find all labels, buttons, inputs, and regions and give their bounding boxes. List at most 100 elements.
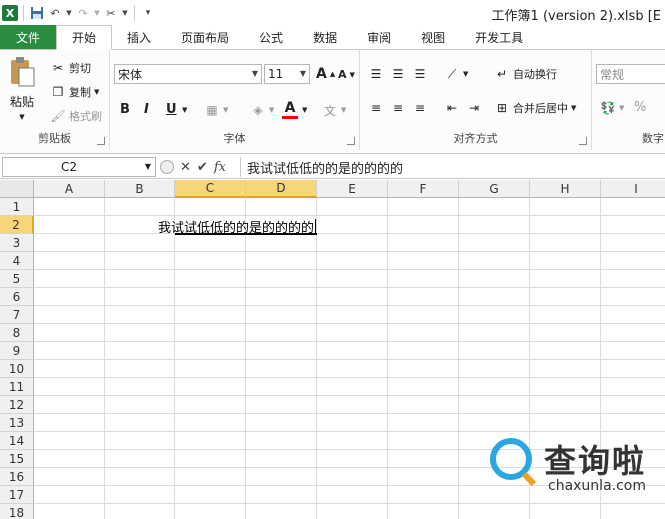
font-size-dropdown-icon[interactable]: ▼ xyxy=(300,69,306,78)
align-right-button[interactable]: ≡ xyxy=(412,100,428,116)
font-size-combo[interactable]: 11 ▼ xyxy=(264,64,310,84)
row-header-5[interactable]: 5 xyxy=(0,270,34,288)
row-header-13[interactable]: 13 xyxy=(0,414,34,432)
column-header-g[interactable]: G xyxy=(459,180,530,198)
excel-app-icon[interactable]: X xyxy=(2,5,18,21)
font-launcher-icon[interactable] xyxy=(347,137,355,145)
tab-view[interactable]: 视图 xyxy=(406,26,460,49)
tab-file[interactable]: 文件 xyxy=(0,25,56,49)
font-name-combo[interactable]: 宋体 ▼ xyxy=(114,64,262,84)
column-header-d[interactable]: D xyxy=(246,180,317,198)
tab-formulas[interactable]: 公式 xyxy=(244,26,298,49)
row-header-4[interactable]: 4 xyxy=(0,252,34,270)
phonetic-icon: 文 xyxy=(323,103,336,118)
increase-indent-button[interactable]: ⇥ xyxy=(466,100,482,116)
shrink-font-button[interactable]: A ▼ xyxy=(338,68,355,81)
tab-data[interactable]: 数据 xyxy=(298,26,352,49)
font-color-dropdown-icon[interactable]: ▼ xyxy=(302,106,307,114)
tools-dropdown-icon[interactable]: ▼ xyxy=(121,5,129,21)
format-painter-button[interactable]: 🖌 格式刷 xyxy=(50,108,102,124)
column-header-f[interactable]: F xyxy=(388,180,459,198)
align-middle-button[interactable]: ☰ xyxy=(390,66,406,82)
merge-center-button[interactable]: ⊞ 合并后居中 ▼ xyxy=(494,100,576,116)
column-header-i[interactable]: I xyxy=(601,180,665,198)
font-group: 宋体 ▼ 11 ▼ A ▲ A ▼ B I U ▼ ▦ ▼ ◈ ▼ A ▼ 文 ▼ 字体 xyxy=(110,50,360,150)
alignment-launcher-icon[interactable] xyxy=(579,137,587,145)
align-bottom-button[interactable]: ☰ xyxy=(412,66,428,82)
column-header-b[interactable]: B xyxy=(105,180,175,198)
tab-home[interactable]: 开始 xyxy=(56,25,113,50)
customize-qat-icon[interactable]: ▾ xyxy=(140,5,156,21)
italic-button[interactable]: I xyxy=(144,102,149,117)
column-header-h[interactable]: H xyxy=(530,180,601,198)
bold-button[interactable]: B xyxy=(120,102,130,117)
row-header-7[interactable]: 7 xyxy=(0,306,34,324)
align-center-button[interactable]: ≡ xyxy=(390,100,406,116)
tab-developer[interactable]: 开发工具 xyxy=(460,26,538,49)
align-top-button[interactable]: ☰ xyxy=(368,66,384,82)
row-header-2[interactable]: 2 xyxy=(0,216,34,234)
number-format-combo[interactable]: 常规 xyxy=(596,64,665,84)
row-header-16[interactable]: 16 xyxy=(0,468,34,486)
row-header-17[interactable]: 17 xyxy=(0,486,34,504)
copy-button[interactable]: ❐ 复制 ▼ xyxy=(50,84,100,100)
row-header-6[interactable]: 6 xyxy=(0,288,34,306)
tab-review[interactable]: 审阅 xyxy=(352,26,406,49)
row-header-11[interactable]: 11 xyxy=(0,378,34,396)
underline-button[interactable]: U xyxy=(166,102,177,117)
borders-button[interactable]: ▦ ▼ xyxy=(204,102,228,118)
name-box-dropdown-icon[interactable]: ▼ xyxy=(145,162,151,171)
percent-button[interactable]: % xyxy=(634,100,646,115)
redo-icon[interactable]: ↷ xyxy=(75,5,91,21)
cell-c2-text[interactable]: 我试试低低的的是的的的的 xyxy=(158,217,317,236)
formula-bar-handle-icon[interactable] xyxy=(160,160,174,174)
font-name-dropdown-icon[interactable]: ▼ xyxy=(252,69,258,78)
gridline xyxy=(34,503,665,504)
copy-label: 复制 xyxy=(69,86,91,99)
decrease-indent-button[interactable]: ⇤ xyxy=(444,100,460,116)
clipboard-launcher-icon[interactable] xyxy=(97,137,105,145)
copy-dropdown-icon[interactable]: ▼ xyxy=(94,88,99,96)
paste-dropdown-icon[interactable]: ▼ xyxy=(19,113,24,121)
formula-input[interactable]: 我试试低低的的是的的的的 xyxy=(240,157,665,177)
percent-label: % xyxy=(634,100,647,115)
underline-dropdown-icon[interactable]: ▼ xyxy=(182,106,187,114)
insert-function-icon[interactable]: fx xyxy=(214,160,226,175)
row-header-1[interactable]: 1 xyxy=(0,198,34,216)
orientation-button[interactable]: ⟋ ▼ xyxy=(444,66,469,82)
align-left-button[interactable]: ≡ xyxy=(368,100,384,116)
confirm-entry-icon[interactable]: ✔ xyxy=(197,160,208,175)
undo-dropdown-icon[interactable]: ▼ xyxy=(65,5,73,21)
row-header-14[interactable]: 14 xyxy=(0,432,34,450)
row-header-8[interactable]: 8 xyxy=(0,324,34,342)
wrap-text-button[interactable]: ↵ 自动换行 xyxy=(494,66,557,82)
formula-bar: C2 ▼ ✕ ✔ fx 我试试低低的的是的的的的 xyxy=(0,155,665,179)
row-header-18[interactable]: 18 xyxy=(0,504,34,519)
row-header-15[interactable]: 15 xyxy=(0,450,34,468)
name-box[interactable]: C2 ▼ xyxy=(2,157,156,177)
column-header-c[interactable]: C xyxy=(175,180,246,198)
row-header-12[interactable]: 12 xyxy=(0,396,34,414)
font-color-button[interactable]: A xyxy=(282,100,298,119)
redo-dropdown-icon[interactable]: ▼ xyxy=(93,5,101,21)
tools-icon[interactable]: ✂ xyxy=(103,5,119,21)
select-all-corner[interactable] xyxy=(0,180,34,198)
column-header-e[interactable]: E xyxy=(317,180,388,198)
paste-button[interactable]: 粘贴 ▼ xyxy=(8,56,36,121)
fill-color-button[interactable]: ◈ ▼ xyxy=(250,102,274,118)
tab-insert[interactable]: 插入 xyxy=(112,26,166,49)
tab-page-layout[interactable]: 页面布局 xyxy=(166,26,244,49)
grow-font-button[interactable]: A ▲ xyxy=(316,66,335,82)
paint-bucket-icon: ◈ xyxy=(253,103,263,117)
column-header-a[interactable]: A xyxy=(34,180,105,198)
phonetic-button[interactable]: 文 ▼ xyxy=(322,102,346,118)
save-icon[interactable] xyxy=(29,5,45,21)
accounting-format-button[interactable]: 💱 ▼ xyxy=(600,100,625,116)
undo-icon[interactable]: ↶ xyxy=(47,5,63,21)
number-format-value: 常规 xyxy=(600,67,625,82)
row-header-3[interactable]: 3 xyxy=(0,234,34,252)
cut-button[interactable]: ✂ 剪切 xyxy=(50,60,91,76)
cancel-entry-icon[interactable]: ✕ xyxy=(180,160,191,175)
row-header-10[interactable]: 10 xyxy=(0,360,34,378)
row-header-9[interactable]: 9 xyxy=(0,342,34,360)
